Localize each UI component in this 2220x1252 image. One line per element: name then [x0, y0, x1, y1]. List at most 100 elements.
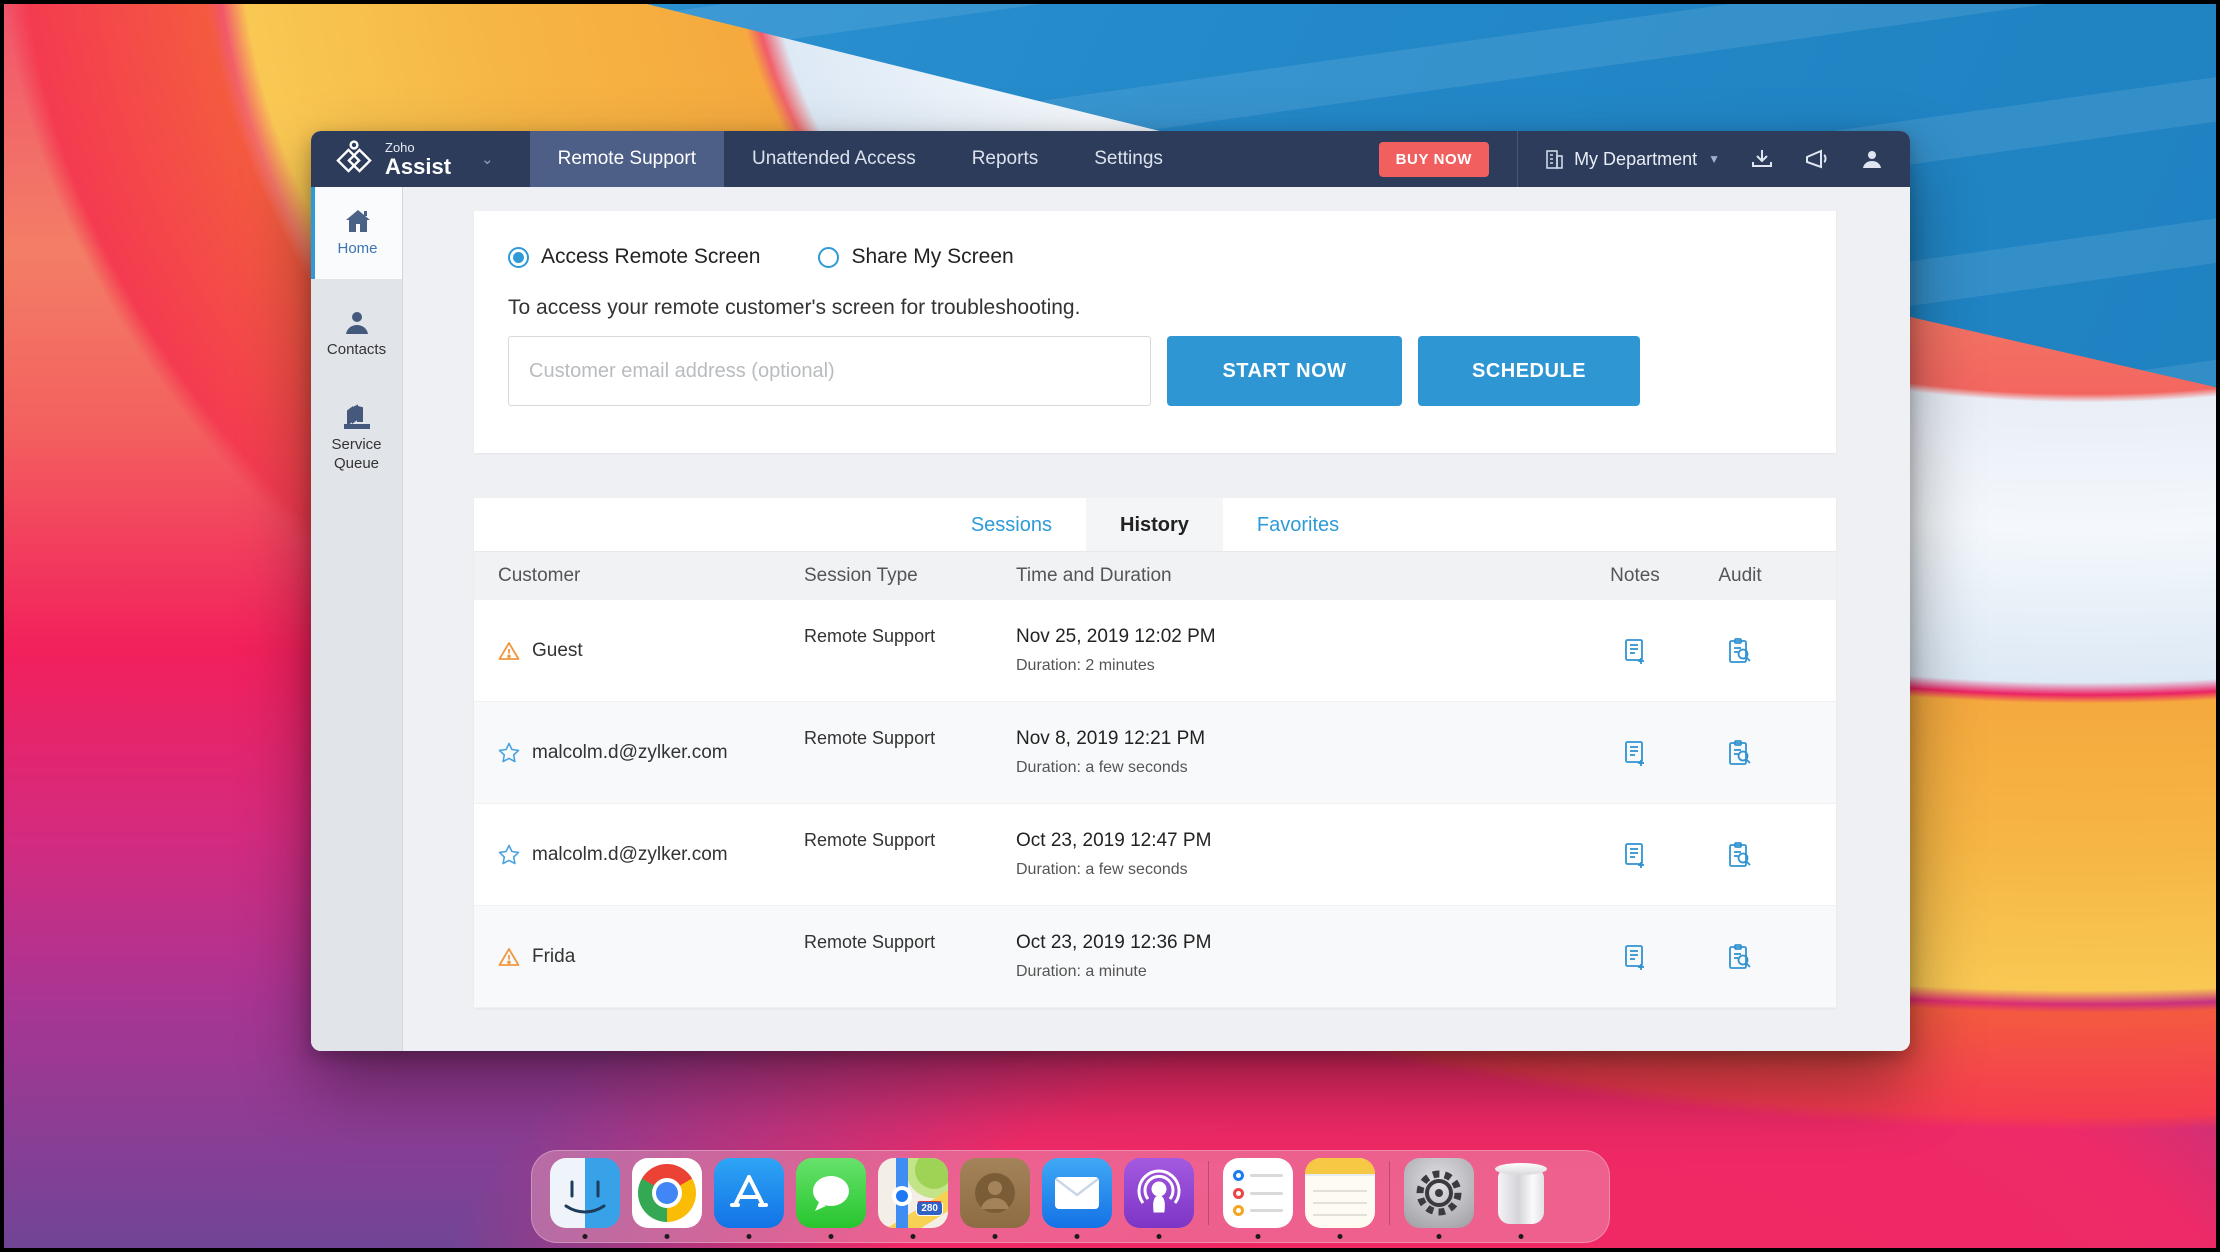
add-note-icon[interactable]: [1590, 637, 1680, 665]
add-note-icon[interactable]: [1590, 739, 1680, 767]
dock-app-store-icon[interactable]: [714, 1158, 784, 1228]
add-note-icon[interactable]: [1590, 841, 1680, 869]
brand-zoho: Zoho: [385, 139, 415, 155]
sessions-history-card: Sessions History Favorites Customer Sess…: [474, 498, 1836, 1008]
session-type: Remote Support: [804, 932, 936, 952]
session-time: Nov 25, 2019 12:02 PM: [1016, 626, 1216, 647]
session-type: Remote Support: [804, 728, 936, 748]
contacts-icon: [343, 309, 371, 335]
announcements-icon[interactable]: [1804, 147, 1830, 171]
sidebar-label-service-queue: Service Queue: [331, 435, 382, 472]
audit-icon[interactable]: [1680, 739, 1800, 767]
navbar-divider: [1517, 131, 1519, 187]
dock-chrome-icon[interactable]: [632, 1158, 702, 1228]
desktop: Zoho Assist ⌄ Remote Support Unattended …: [0, 0, 2220, 1252]
nav-tab-settings[interactable]: Settings: [1066, 131, 1191, 187]
dock-separator: [1208, 1161, 1209, 1225]
dock-finder-icon[interactable]: [550, 1158, 620, 1228]
customer-email-input[interactable]: [508, 336, 1151, 406]
session-type: Remote Support: [804, 626, 936, 646]
table-row[interactable]: Guest Remote Support Nov 25, 2019 12:02 …: [474, 600, 1836, 702]
download-icon[interactable]: [1750, 147, 1774, 171]
dock-reminders-icon[interactable]: [1223, 1158, 1293, 1228]
session-duration: Duration: a few seconds: [1016, 759, 1188, 776]
sidebar-item-contacts[interactable]: Contacts: [311, 295, 402, 374]
dock-messages-icon[interactable]: [796, 1158, 866, 1228]
customer-name: malcolm.d@zylker.com: [532, 843, 728, 865]
radio-access-remote-screen[interactable]: Access Remote Screen: [508, 245, 760, 269]
zoho-assist-logo-icon: [333, 138, 375, 180]
audit-icon[interactable]: [1680, 637, 1800, 665]
home-icon: [344, 208, 372, 234]
session-description: To access your remote customer's screen …: [508, 296, 1081, 319]
col-notes: Notes: [1610, 565, 1660, 586]
zoho-assist-window: Zoho Assist ⌄ Remote Support Unattended …: [311, 131, 1910, 1051]
user-account-icon[interactable]: [1860, 147, 1884, 171]
col-audit: Audit: [1718, 565, 1762, 586]
schedule-button[interactable]: SCHEDULE: [1418, 336, 1640, 406]
department-chevron-icon: ▼: [1708, 152, 1720, 166]
app-switcher-chevron-icon[interactable]: ⌄: [481, 150, 494, 168]
session-time: Oct 23, 2019 12:36 PM: [1016, 932, 1212, 953]
table-header: Customer Session Type Time and Duration …: [474, 552, 1836, 600]
customer-name: malcolm.d@zylker.com: [532, 741, 728, 763]
audit-icon[interactable]: [1680, 943, 1800, 971]
session-duration: Duration: a few seconds: [1016, 861, 1188, 878]
brand-assist: Assist: [385, 153, 452, 179]
dock-trash-icon[interactable]: [1486, 1158, 1556, 1228]
col-customer: Customer: [498, 565, 581, 586]
radio-unselected-icon: [818, 246, 840, 268]
customer-name: Frida: [532, 945, 576, 967]
buy-now-button[interactable]: BUY NOW: [1378, 141, 1490, 177]
audit-icon[interactable]: [1680, 841, 1800, 869]
session-start-card: Access Remote Screen Share My Screen To …: [474, 211, 1836, 453]
main-nav: Remote Support Unattended Access Reports…: [529, 131, 1191, 187]
nav-tab-remote-support[interactable]: Remote Support: [529, 131, 724, 187]
history-tabbar: Sessions History Favorites: [474, 498, 1836, 552]
customer-name: Guest: [532, 639, 583, 661]
dock-separator: [1389, 1161, 1390, 1225]
dock-maps-icon[interactable]: 280: [878, 1158, 948, 1228]
session-time: Nov 8, 2019 12:21 PM: [1016, 728, 1206, 749]
sidebar-item-service-queue[interactable]: Service Queue: [311, 390, 402, 488]
session-type: Remote Support: [804, 830, 936, 850]
warning-icon: [498, 641, 520, 661]
table-row[interactable]: malcolm.d@zylker.com Remote Support Oct …: [474, 804, 1836, 906]
col-time-duration: Time and Duration: [1016, 565, 1172, 586]
tab-history[interactable]: History: [1086, 498, 1223, 551]
star-icon: [498, 844, 520, 865]
dock-podcasts-icon[interactable]: [1124, 1158, 1194, 1228]
nav-tab-unattended-access[interactable]: Unattended Access: [724, 131, 944, 187]
department-selector[interactable]: My Department ▼: [1544, 149, 1720, 170]
service-queue-icon: [342, 404, 372, 430]
maps-route-badge: 280: [916, 1201, 943, 1216]
star-icon: [498, 742, 520, 763]
tab-favorites[interactable]: Favorites: [1223, 498, 1373, 551]
start-now-button[interactable]: START NOW: [1167, 336, 1402, 406]
dock-contacts-icon[interactable]: [960, 1158, 1030, 1228]
zoho-assist-brand[interactable]: Zoho Assist: [311, 131, 451, 187]
dock-mail-icon[interactable]: [1042, 1158, 1112, 1228]
macos-dock: 280: [531, 1150, 1610, 1243]
add-note-icon[interactable]: [1590, 943, 1680, 971]
radio-selected-icon: [508, 246, 529, 268]
left-sidebar: Home Contacts Service Queue: [311, 187, 403, 1051]
department-label: My Department: [1574, 148, 1698, 169]
col-session-type: Session Type: [804, 565, 918, 586]
table-row[interactable]: malcolm.d@zylker.com Remote Support Nov …: [474, 702, 1836, 804]
department-icon: [1544, 149, 1565, 170]
sidebar-item-home[interactable]: Home: [311, 187, 402, 279]
tab-sessions[interactable]: Sessions: [937, 498, 1086, 551]
dock-notes-icon[interactable]: [1305, 1158, 1375, 1228]
top-navbar: Zoho Assist ⌄ Remote Support Unattended …: [311, 131, 1910, 187]
session-time: Oct 23, 2019 12:47 PM: [1016, 830, 1212, 851]
table-row[interactable]: Frida Remote Support Oct 23, 2019 12:36 …: [474, 906, 1836, 1008]
sidebar-label-home: Home: [337, 239, 378, 257]
sidebar-label-contacts: Contacts: [326, 341, 387, 358]
session-duration: Duration: a minute: [1016, 963, 1147, 980]
main-content: Access Remote Screen Share My Screen To …: [403, 187, 1910, 1051]
dock-system-preferences-icon[interactable]: [1404, 1158, 1474, 1228]
warning-icon: [498, 947, 520, 967]
radio-share-my-screen[interactable]: Share My Screen: [818, 245, 1014, 269]
nav-tab-reports[interactable]: Reports: [944, 131, 1067, 187]
